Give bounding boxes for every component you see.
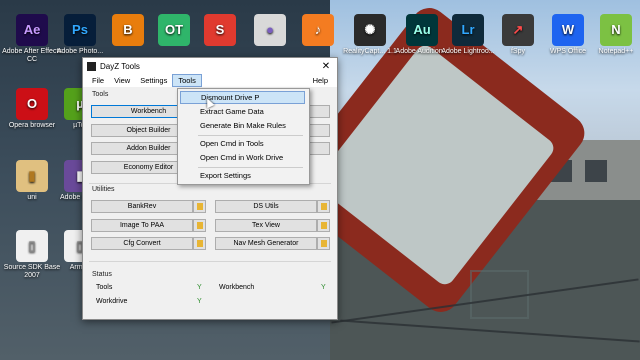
dayz-app-icon — [87, 61, 96, 71]
menu-file[interactable]: File — [87, 75, 109, 86]
menu-separator — [198, 135, 303, 136]
cfg-convert-folder-icon[interactable] — [193, 237, 206, 250]
app-icon: ↗ — [502, 14, 534, 46]
menu-item-generate-bin-make-rules[interactable]: Generate Bin Make Rules — [180, 119, 305, 132]
app-icon: Ps — [64, 14, 96, 46]
app-icon: O — [16, 88, 48, 120]
desktop-icon[interactable]: ♪ — [288, 14, 348, 48]
app-icon: B — [112, 14, 144, 46]
desktop-icon[interactable]: ✺ RealityCapt... 1.1 — [340, 14, 400, 56]
app-icon: N — [600, 14, 632, 46]
app-icon: ♪ — [302, 14, 334, 46]
app-icon: OT — [158, 14, 190, 46]
title-bar: DayZ Tools ✕ — [83, 58, 337, 74]
menu-settings[interactable]: Settings — [135, 75, 172, 86]
menu-tools[interactable]: Tools — [172, 74, 202, 87]
menu-bar: File View Settings Tools Help — [83, 74, 337, 87]
app-icon: W — [552, 14, 584, 46]
close-icon[interactable]: ✕ — [319, 61, 333, 72]
app-icon: ● — [254, 14, 286, 46]
menu-separator — [198, 167, 303, 168]
menu-item-export-settings[interactable]: Export Settings — [180, 169, 305, 182]
cfg-convert-button[interactable]: Cfg Convert — [91, 237, 193, 250]
bankrev-button[interactable]: BankRev — [91, 200, 193, 213]
tex-view-folder-icon[interactable] — [317, 219, 330, 232]
tools-group-label: Tools — [92, 91, 109, 98]
ds-utils-folder-icon[interactable] — [317, 200, 330, 213]
bankrev-folder-icon[interactable] — [193, 200, 206, 213]
app-icon: ▮ — [16, 160, 48, 192]
status-workdrive-value: Y — [197, 298, 202, 305]
app-icon: ✺ — [354, 14, 386, 46]
desktop-icon-label: Notepad++ — [598, 48, 634, 55]
status-group-label: Status — [92, 271, 112, 278]
status-workbench-label: Workbench — [219, 284, 255, 291]
menu-help[interactable]: Help — [308, 75, 333, 86]
menu-item-extract-game-data[interactable]: Extract Game Data — [180, 105, 305, 118]
nav-mesh-generator-button[interactable]: Nav Mesh Generator — [215, 237, 317, 250]
menu-item-open-cmd-in-work-drive[interactable]: Open Cmd in Work Drive — [180, 151, 305, 164]
window-title: DayZ Tools — [100, 61, 140, 71]
status-workdrive-label: Workdrive — [96, 298, 128, 305]
menu-item-open-cmd-in-tools[interactable]: Open Cmd in Tools — [180, 137, 305, 150]
app-icon: Au — [406, 14, 438, 46]
status-workbench-value: Y — [321, 284, 326, 291]
menu-item-dismount-drive-p[interactable]: Dismount Drive P — [180, 91, 305, 104]
desktop-icon[interactable]: N Notepad++ — [586, 14, 640, 56]
ds-utils-button[interactable]: DS Utils — [215, 200, 317, 213]
desktop-icon-label: RealityCapt... 1.1 — [343, 48, 397, 55]
desktop-icon-label: Adobe Photo... — [56, 48, 104, 55]
tools-dropdown-menu: Dismount Drive P Extract Game Data Gener… — [177, 88, 310, 185]
separator — [89, 261, 331, 262]
app-icon: Ae — [16, 14, 48, 46]
app-icon: ▯ — [16, 230, 48, 262]
tex-view-button[interactable]: Tex View — [215, 219, 317, 232]
menu-view[interactable]: View — [109, 75, 135, 86]
app-icon: S — [204, 14, 236, 46]
app-icon: Lr — [452, 14, 484, 46]
nav-mesh-generator-folder-icon[interactable] — [317, 237, 330, 250]
status-tools-label: Tools — [96, 284, 113, 291]
status-tools-value: Y — [197, 284, 202, 291]
image-to-paa-folder-icon[interactable] — [193, 219, 206, 232]
utilities-group-label: Utilities — [92, 186, 115, 193]
image-to-paa-button[interactable]: Image To PAA — [91, 219, 193, 232]
